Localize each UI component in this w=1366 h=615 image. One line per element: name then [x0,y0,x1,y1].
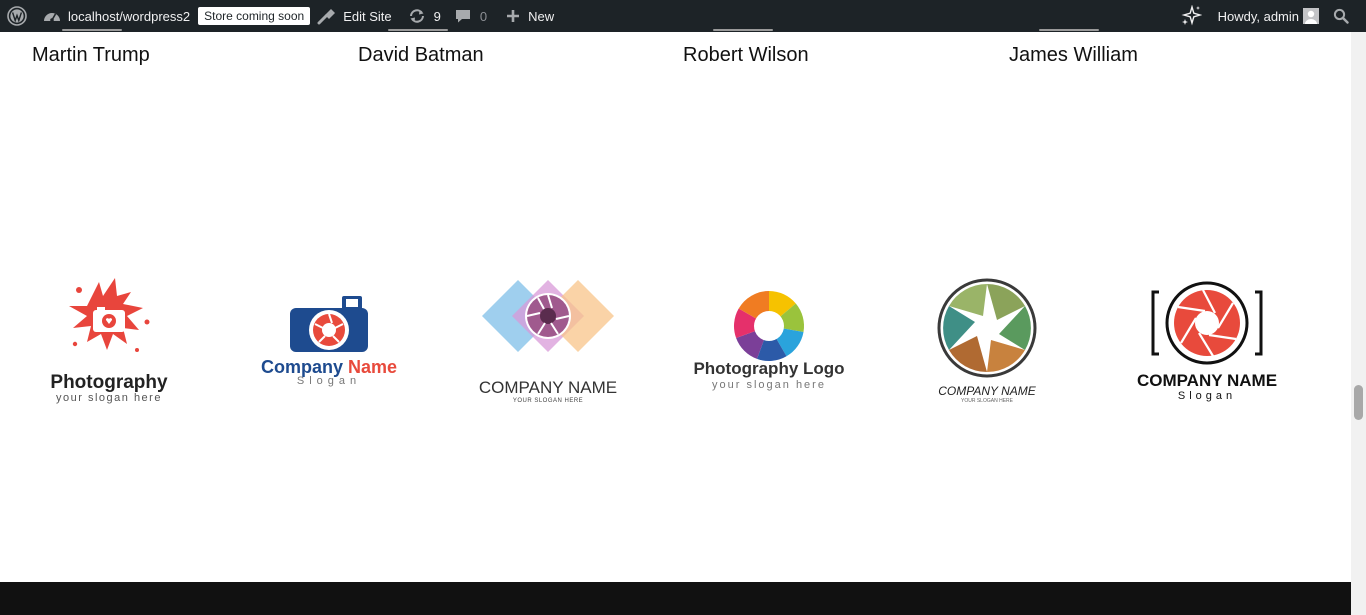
logo-slogan: your slogan here [56,392,162,404]
comments-link[interactable]: 0 [455,0,487,32]
team-member-name: Martin Trump [32,44,150,66]
scrollbar-thumb[interactable] [1354,385,1363,420]
ai-assistant-button[interactable] [1180,0,1202,32]
search-button[interactable] [1333,0,1349,32]
wordpress-logo-menu[interactable] [1,0,33,32]
store-badge-label: Store coming soon [198,7,311,25]
logo-slogan: your slogan here [712,379,826,391]
sparkle-icon [1181,5,1202,26]
paint-splash-camera-icon [69,278,150,352]
search-icon [1333,8,1349,24]
scrolled-text-fragment [62,27,122,32]
logo-slogan: YOUR SLOGAN HERE [512,398,584,404]
avatar [1303,8,1319,24]
logo-title: COMPANY NAME [1136,371,1278,390]
store-coming-soon-badge[interactable]: Store coming soon [190,0,311,32]
comments-count: 0 [479,8,488,24]
scrolled-text-fragment [713,27,773,32]
scrolled-text-fragment [1039,27,1099,32]
logo-title: COMPANY NAME [938,384,1036,398]
rainbow-aperture-icon [733,291,805,362]
red-aperture-frame-icon [1151,281,1263,365]
client-logo[interactable]: COMPANY NAME YOUR SLOGAN HERE [458,270,638,420]
howdy-label: Howdy, admin [1217,8,1299,24]
new-content-link[interactable]: New [506,0,554,32]
edit-site-link[interactable]: Edit Site [317,0,392,32]
my-account-menu[interactable]: Howdy, admin [1218,0,1319,32]
client-logos-row: Photography your slogan here Company Nam… [0,270,1351,420]
team-member-name: David Batman [358,44,484,66]
blue-camera-icon [290,296,368,352]
new-label: New [528,8,555,24]
client-logo[interactable]: COMPANY NAME YOUR SLOGAN HERE [897,270,1077,420]
wordpress-icon [7,6,27,26]
admin-bar-secondary: Howdy, admin [1180,0,1366,32]
green-orange-aperture-icon [937,278,1037,378]
overlapping-diamonds-aperture-icon [482,280,614,352]
edit-site-label: Edit Site [343,8,392,24]
logo-title: COMPANY NAME [478,378,618,397]
page-scrollbar[interactable] [1351,32,1366,615]
admin-bar: localhost/wordpress2 Store coming soon E… [0,0,1366,32]
site-footer [0,582,1351,615]
client-logo[interactable]: Company Name Slogan [239,270,419,420]
client-logo[interactable]: COMPANY NAME Slogan [1117,270,1297,420]
team-member-name: Robert Wilson [683,44,809,66]
logo-title-part: Name [347,357,398,377]
client-logo[interactable]: Photography your slogan here [19,270,199,420]
team-members-row: Martin Trump David Batman Robert Wilson … [0,44,1351,70]
plus-icon [507,10,520,22]
updates-icon [409,9,424,23]
team-member-name: James William [1009,44,1138,66]
logo-slogan: Slogan [296,375,362,387]
brush-icon [317,9,336,25]
logo-title: Photography Logo [693,359,845,378]
updates-count: 9 [433,8,441,24]
user-avatar-icon [1305,10,1317,24]
logo-title-part: Company [260,357,348,377]
comment-icon [455,10,470,23]
dashboard-gauge-icon [44,13,60,22]
logo-slogan: YOUR SLOGAN HERE [961,398,1013,404]
logo-title: Photography [50,372,168,393]
logo-slogan: Slogan [1177,390,1237,402]
site-name: localhost/wordpress2 [68,8,191,24]
client-logo[interactable]: Photography Logo your slogan here [679,270,859,420]
scrolled-text-fragment [388,27,448,32]
